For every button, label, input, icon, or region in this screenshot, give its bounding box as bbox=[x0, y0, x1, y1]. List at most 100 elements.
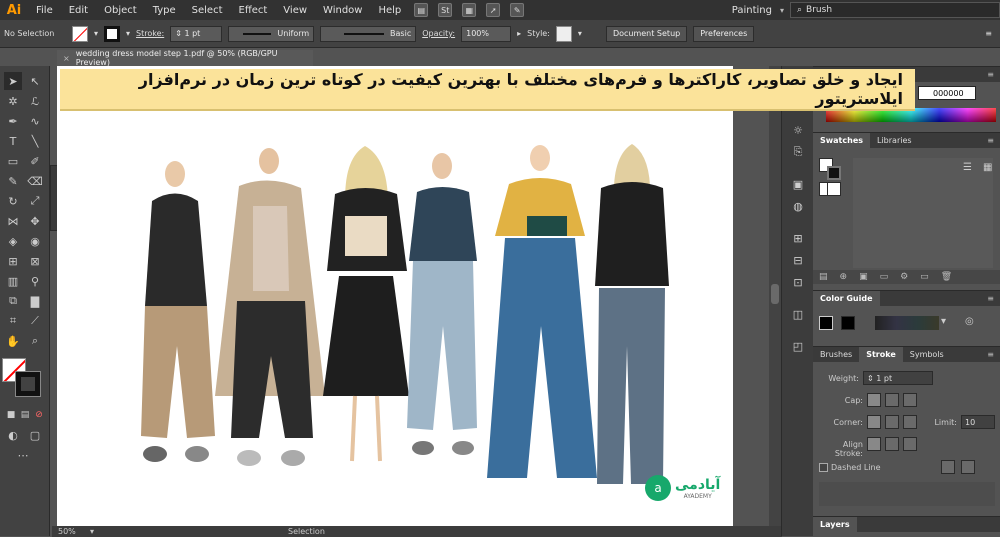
selection-tool-icon[interactable]: ➤ bbox=[4, 72, 22, 90]
rectangle-tool-icon[interactable]: ▭ bbox=[4, 152, 22, 170]
scrollbar-thumb[interactable] bbox=[771, 284, 779, 304]
swatch-registration[interactable] bbox=[827, 182, 841, 196]
dash-align-button[interactable] bbox=[961, 460, 975, 474]
projecting-cap-button[interactable] bbox=[903, 393, 917, 407]
brush-icon[interactable]: ✎ bbox=[510, 3, 525, 17]
close-icon[interactable]: × bbox=[63, 54, 70, 63]
align-outside-button[interactable] bbox=[903, 437, 917, 451]
menu-window[interactable]: Window bbox=[315, 5, 370, 16]
harmony-strip[interactable] bbox=[875, 316, 939, 330]
menu-select[interactable]: Select bbox=[184, 5, 231, 16]
new-swatch-icon[interactable]: ▭ bbox=[920, 272, 929, 282]
hand-tool-icon[interactable]: ✋ bbox=[4, 332, 22, 350]
transparency-icon[interactable]: ▣ bbox=[790, 176, 806, 192]
stroke-dropdown[interactable]: ▾ bbox=[126, 29, 130, 38]
miter-join-button[interactable] bbox=[867, 415, 881, 429]
round-join-button[interactable] bbox=[885, 415, 899, 429]
delete-swatch-icon[interactable]: 🗑 bbox=[941, 272, 952, 282]
menu-edit[interactable]: Edit bbox=[61, 5, 96, 16]
brush-definition[interactable]: Basic bbox=[320, 25, 417, 42]
zoom-tool-icon[interactable]: ⌕ bbox=[26, 332, 44, 350]
panel-menu-icon[interactable]: ≡ bbox=[987, 70, 1000, 79]
gradient-tool-icon[interactable]: ▥ bbox=[4, 272, 22, 290]
status-mode[interactable]: Selection bbox=[288, 527, 325, 536]
show-kinds-icon[interactable]: ▣ bbox=[859, 272, 868, 282]
rotate-tool-icon[interactable]: ↻ bbox=[4, 192, 22, 210]
screen-mode-icon[interactable]: ▢ bbox=[26, 426, 44, 444]
limit-field[interactable]: 10 bbox=[961, 415, 995, 429]
fill-dropdown[interactable]: ▾ bbox=[94, 29, 98, 38]
panel-menu-icon[interactable]: ≡ bbox=[987, 136, 1000, 145]
variable-width-profile[interactable]: Uniform bbox=[228, 25, 315, 42]
magic-wand-tool-icon[interactable]: ✲ bbox=[4, 92, 22, 110]
type-tool-icon[interactable]: T bbox=[4, 132, 22, 150]
round-cap-button[interactable] bbox=[885, 393, 899, 407]
align-inside-button[interactable] bbox=[885, 437, 899, 451]
stroke-box[interactable] bbox=[15, 371, 41, 397]
color-wheel-icon[interactable]: ◎ bbox=[965, 316, 974, 327]
chevron-down-icon[interactable]: ▾ bbox=[780, 6, 784, 15]
document-setup-button[interactable]: Document Setup bbox=[605, 25, 688, 42]
lasso-tool-icon[interactable]: ℒ bbox=[26, 92, 44, 110]
swatch-options-icon[interactable]: ⚙ bbox=[900, 272, 908, 282]
align-icon[interactable]: ⊞ bbox=[790, 230, 806, 246]
appearance-icon[interactable]: ◍ bbox=[790, 198, 806, 214]
tab-brushes[interactable]: Brushes bbox=[813, 347, 859, 363]
export-icon[interactable]: ⎘ bbox=[790, 144, 806, 160]
dashed-line-checkbox[interactable] bbox=[819, 463, 828, 472]
hex-field[interactable]: 000000 bbox=[918, 86, 976, 100]
edit-toolbar-icon[interactable]: ⋯ bbox=[14, 446, 32, 464]
opacity-field[interactable]: 100% bbox=[461, 25, 512, 42]
mesh-tool-icon[interactable]: ⊠ bbox=[26, 252, 44, 270]
none-mode-icon[interactable]: ⊘ bbox=[30, 406, 48, 424]
list-view-icon[interactable]: ☰ bbox=[963, 162, 972, 173]
align-center-button[interactable] bbox=[867, 437, 881, 451]
zoom-level[interactable]: 50% bbox=[52, 527, 90, 536]
dash-gap-fields[interactable] bbox=[819, 482, 995, 506]
tab-symbols[interactable]: Symbols bbox=[903, 347, 951, 363]
menu-help[interactable]: Help bbox=[370, 5, 409, 16]
arrange-icon[interactable]: ▤ bbox=[414, 3, 429, 17]
opacity-dropdown[interactable]: ▸ bbox=[517, 29, 521, 38]
tab-swatches[interactable]: Swatches bbox=[813, 132, 870, 149]
new-group-icon[interactable]: ▭ bbox=[880, 272, 889, 282]
curvature-tool-icon[interactable]: ∿ bbox=[26, 112, 44, 130]
vertical-scrollbar[interactable] bbox=[769, 66, 781, 526]
sun-icon[interactable]: ☼ bbox=[790, 122, 806, 138]
stock-icon[interactable]: St bbox=[438, 3, 453, 17]
pen-tool-icon[interactable]: ✒ bbox=[4, 112, 22, 130]
dash-preserve-button[interactable] bbox=[941, 460, 955, 474]
puppet-warp-tool-icon[interactable]: ✥ bbox=[26, 212, 44, 230]
swatch-libraries-icon[interactable]: ▤ bbox=[819, 272, 828, 282]
scale-tool-icon[interactable]: ⤢ bbox=[26, 192, 44, 210]
live-paint-tool-icon[interactable]: ◉ bbox=[26, 232, 44, 250]
menu-file[interactable]: File bbox=[28, 5, 61, 16]
layers-icon[interactable]: ◫ bbox=[790, 306, 806, 322]
search-input[interactable]: ⌕ Brush bbox=[790, 2, 1000, 18]
menu-view[interactable]: View bbox=[275, 5, 315, 16]
perspective-grid-tool-icon[interactable]: ⊞ bbox=[4, 252, 22, 270]
stroke-swatch[interactable] bbox=[104, 25, 121, 42]
grid-view-icon[interactable]: ▦ bbox=[983, 162, 992, 173]
menu-effect[interactable]: Effect bbox=[231, 5, 276, 16]
blend-tool-icon[interactable]: ⧉ bbox=[4, 292, 22, 310]
stroke-weight-field[interactable]: ⇕ 1 pt bbox=[170, 25, 223, 42]
style-dropdown[interactable]: ▾ bbox=[578, 29, 582, 38]
shape-builder-tool-icon[interactable]: ◈ bbox=[4, 232, 22, 250]
width-tool-icon[interactable]: ⋈ bbox=[4, 212, 22, 230]
slice-tool-icon[interactable]: ⟋ bbox=[26, 312, 44, 330]
fill-swatch[interactable] bbox=[72, 25, 88, 42]
pathfinder-icon[interactable]: ⊟ bbox=[790, 252, 806, 268]
draw-mode-icon[interactable]: ◐ bbox=[4, 426, 22, 444]
add-to-library-icon[interactable]: ⊕ bbox=[840, 272, 848, 282]
tab-libraries[interactable]: Libraries bbox=[870, 133, 919, 149]
guide-swatch-1[interactable] bbox=[841, 316, 855, 330]
layout-icon[interactable]: ▦ bbox=[462, 3, 477, 17]
artboard-tool-icon[interactable]: ⌗ bbox=[4, 312, 22, 330]
fill-stroke-widget[interactable] bbox=[2, 358, 42, 400]
harmony-dropdown[interactable]: ▾ bbox=[941, 316, 946, 327]
panel-menu-icon[interactable]: ≡ bbox=[987, 350, 1000, 359]
line-tool-icon[interactable]: ╲ bbox=[26, 132, 44, 150]
eraser-tool-icon[interactable]: ⌫ bbox=[26, 172, 44, 190]
panel-menu-icon[interactable]: ≡ bbox=[985, 29, 992, 38]
